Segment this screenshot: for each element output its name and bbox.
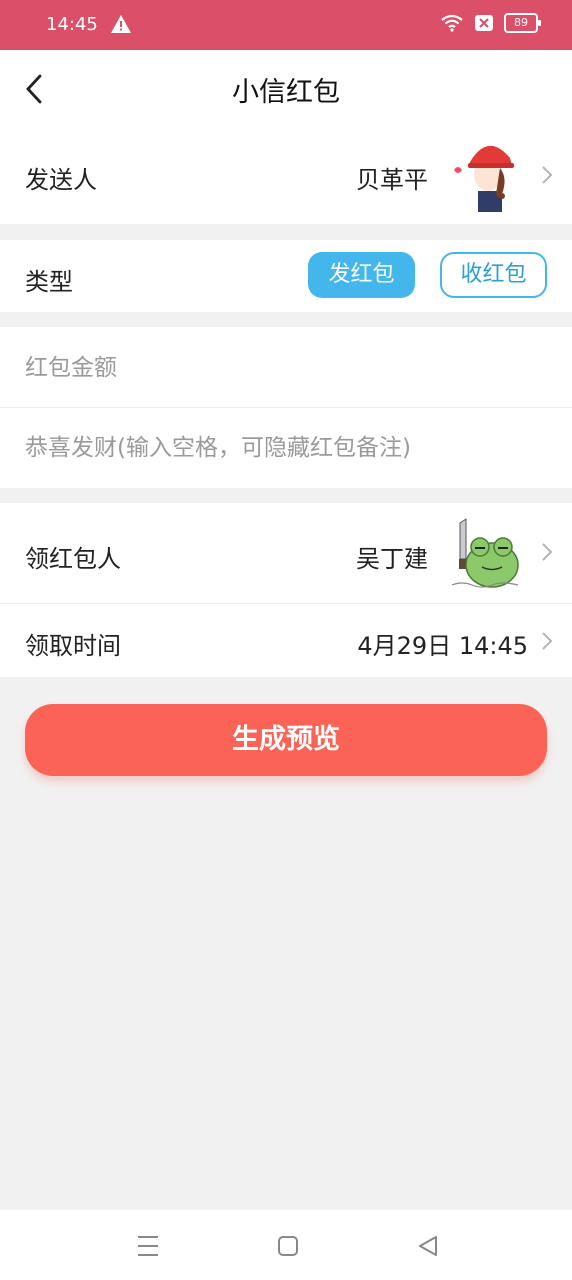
divider: [0, 407, 572, 408]
girl-red-helmet-sticker-icon: [448, 136, 522, 212]
send-type-button[interactable]: 发红包: [308, 252, 415, 298]
receiver-avatar[interactable]: [448, 515, 522, 591]
sender-label: 发送人: [25, 166, 97, 194]
amount-input[interactable]: [25, 343, 545, 393]
sim-blocked-icon: [475, 15, 493, 31]
receive-time-value: 4月29日 14:45: [357, 632, 528, 660]
type-label: 类型: [25, 268, 73, 296]
status-time: 14:45: [46, 14, 98, 35]
receiver-row[interactable]: 领红包人 吴丁建: [0, 503, 572, 603]
back-triangle-icon[interactable]: [414, 1232, 442, 1260]
receiver-label: 领红包人: [25, 545, 121, 573]
receive-time-label: 领取时间: [25, 632, 121, 660]
home-icon[interactable]: [274, 1232, 302, 1260]
chevron-right-icon: [542, 632, 553, 650]
status-icons: 89: [440, 13, 541, 33]
chevron-right-icon: [542, 543, 553, 561]
receive-time-row[interactable]: 领取时间 4月29日 14:45: [0, 604, 572, 677]
amount-note-card: [0, 327, 572, 488]
warning-icon: [111, 15, 131, 33]
wifi-icon: [441, 14, 463, 32]
sender-row[interactable]: 发送人 贝革平: [0, 128, 572, 224]
generate-preview-button[interactable]: 生成预览: [25, 704, 547, 776]
receiver-card: 领红包人 吴丁建 领取时间 4月29日 14:45: [0, 503, 572, 677]
type-row: 类型 发红包 收红包: [0, 240, 572, 312]
chevron-right-icon: [542, 166, 553, 184]
sender-avatar[interactable]: [448, 136, 522, 212]
status-bar: 14:45 89: [0, 0, 572, 50]
sender-name: 贝革平: [356, 166, 428, 194]
app-header: 小信红包: [0, 50, 572, 128]
menu-icon[interactable]: [134, 1232, 162, 1260]
frog-with-knife-sticker-icon: [448, 515, 522, 591]
system-nav-bar: [0, 1210, 572, 1280]
receive-type-button[interactable]: 收红包: [440, 252, 547, 298]
receiver-name: 吴丁建: [356, 545, 428, 573]
note-input[interactable]: [25, 423, 545, 473]
page-title: 小信红包: [232, 77, 340, 108]
battery-indicator: 89: [504, 13, 541, 33]
